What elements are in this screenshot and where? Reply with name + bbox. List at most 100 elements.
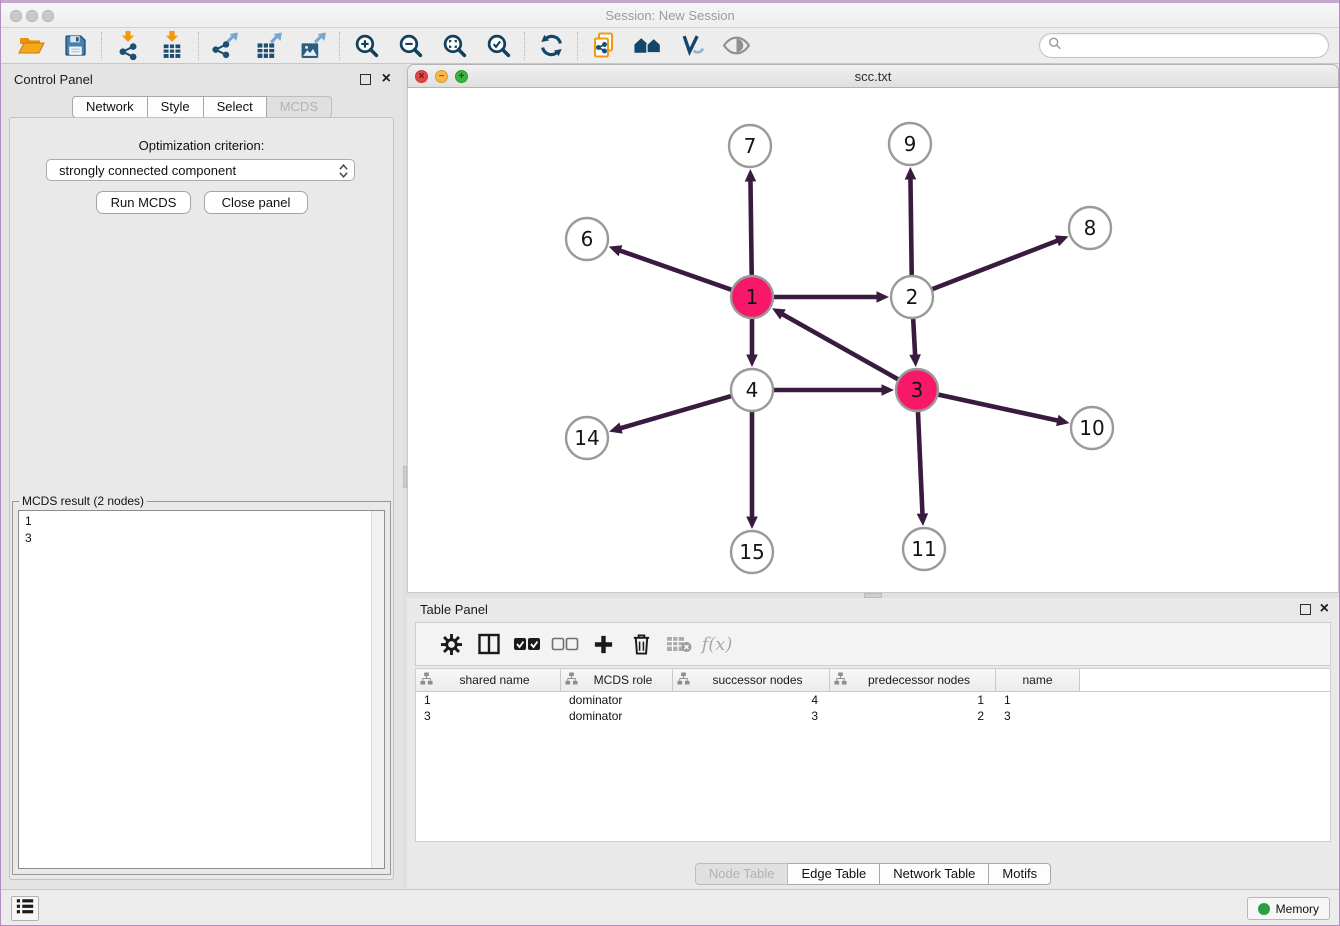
float-table-panel-icon[interactable] <box>1300 604 1311 615</box>
select-all-columns-icon[interactable] <box>508 626 546 662</box>
tab-motifs[interactable]: Motifs <box>989 863 1051 885</box>
settings-gear-icon[interactable] <box>432 626 470 662</box>
mcds-pane: Optimization criterion: strongly connect… <box>9 117 394 880</box>
cell-predecessor-nodes[interactable]: 1 <box>830 692 996 708</box>
graph-node-label-9: 9 <box>904 132 917 156</box>
deselect-all-columns-icon[interactable] <box>546 626 584 662</box>
column-header-successor-nodes[interactable]: successor nodes <box>673 669 830 691</box>
select-stepper-icon <box>339 163 348 182</box>
network-canvas[interactable]: 7968124314101511 <box>407 88 1339 593</box>
tab-edge-table[interactable]: Edge Table <box>788 863 880 885</box>
cell-name[interactable]: 1 <box>996 692 1080 708</box>
graph-edge-3-11[interactable] <box>918 409 923 516</box>
import-network-icon[interactable] <box>106 30 150 62</box>
memory-button[interactable]: Memory <box>1247 897 1330 920</box>
zoom-in-icon[interactable] <box>344 30 388 62</box>
run-mcds-button[interactable]: Run MCDS <box>96 191 191 214</box>
cell-name[interactable]: 3 <box>996 708 1080 724</box>
graph-edge-1-6[interactable] <box>619 250 734 291</box>
criterion-select[interactable]: strongly connected component <box>46 159 355 181</box>
export-image-icon[interactable] <box>291 30 335 62</box>
first-neighbors-icon[interactable] <box>626 30 670 62</box>
close-panel-button[interactable]: Close panel <box>204 191 308 214</box>
zoom-selected-icon[interactable] <box>476 30 520 62</box>
export-network-icon[interactable] <box>203 30 247 62</box>
tab-network-table[interactable]: Network Table <box>880 863 989 885</box>
cell-predecessor-nodes[interactable]: 2 <box>830 708 996 724</box>
column-header-name[interactable]: name <box>996 669 1080 691</box>
cell-shared-name[interactable]: 3 <box>416 708 561 724</box>
show-columns-icon[interactable] <box>470 626 508 662</box>
table-panel-header: Table Panel × <box>407 598 1339 622</box>
node-table[interactable]: shared name MCDS role successor nodes prede… <box>415 668 1331 842</box>
result-scrollbar[interactable] <box>371 511 384 868</box>
column-header-label: MCDS role <box>578 673 668 687</box>
cell-successor-nodes[interactable]: 3 <box>673 708 830 724</box>
graph-node-label-1: 1 <box>746 285 759 309</box>
graph-node-label-2: 2 <box>906 285 919 309</box>
graph-edge-2-8[interactable] <box>930 240 1059 290</box>
cell-MCDS-role[interactable]: dominator <box>561 692 673 708</box>
open-folder-icon[interactable] <box>9 30 53 62</box>
status-bar: Memory <box>1 889 1339 925</box>
cell-shared-name[interactable]: 1 <box>416 692 561 708</box>
close-panel-icon[interactable]: × <box>382 69 391 89</box>
delete-table-icon <box>660 626 698 662</box>
graph-node-label-8: 8 <box>1084 216 1097 240</box>
graph-edge-1-2-arrow <box>877 291 890 303</box>
close-panel-label: Close panel <box>222 195 291 210</box>
new-network-from-selection-icon[interactable] <box>582 30 626 62</box>
graph-edge-2-9[interactable] <box>910 177 911 278</box>
column-header-predecessor-nodes[interactable]: predecessor nodes <box>830 669 996 691</box>
control-panel-title: Control Panel <box>14 72 93 87</box>
column-header-MCDS-role[interactable]: MCDS role <box>561 669 673 691</box>
graph-node-label-6: 6 <box>581 227 594 251</box>
zoom-fit-icon[interactable] <box>432 30 476 62</box>
graph-edge-3-10[interactable] <box>936 394 1060 421</box>
graph-edge-2-3[interactable] <box>913 316 915 357</box>
graph-edge-1-6-arrow <box>609 245 623 256</box>
network-window-titlebar: × − + scc.txt <box>407 64 1339 88</box>
export-table-icon[interactable] <box>247 30 291 62</box>
zoom-out-icon[interactable] <box>388 30 432 62</box>
apply-style-icon[interactable] <box>670 30 714 62</box>
network-window: × − + scc.txt 7968124314101511 <box>407 64 1339 593</box>
mcds-result-box: 1 3 <box>18 510 385 869</box>
column-header-label: successor nodes <box>690 673 825 687</box>
graph-edge-3-10-arrow <box>1056 415 1069 426</box>
add-icon[interactable] <box>584 626 622 662</box>
apply-layout-icon[interactable] <box>529 30 573 62</box>
graph-node-label-14: 14 <box>574 426 599 450</box>
tab-select[interactable]: Select <box>204 96 267 118</box>
table-row-2[interactable]: 3dominator323 <box>416 708 1330 724</box>
memory-label: Memory <box>1276 902 1319 916</box>
titlebar: Session: New Session <box>1 3 1339 28</box>
show-graphics-details-icon[interactable] <box>714 30 758 62</box>
task-history-button[interactable] <box>11 896 39 921</box>
graph-edge-4-14-arrow <box>609 423 623 434</box>
save-icon[interactable] <box>53 30 97 62</box>
close-table-panel-icon[interactable]: × <box>1320 599 1329 619</box>
float-panel-icon[interactable] <box>360 74 371 85</box>
cell-MCDS-role[interactable]: dominator <box>561 708 673 724</box>
graph-edge-1-7[interactable] <box>750 179 751 278</box>
graph-edge-4-14[interactable] <box>619 395 734 428</box>
run-mcds-label: Run MCDS <box>111 195 177 210</box>
tab-node-table[interactable]: Node Table <box>695 863 789 885</box>
column-namespace-icon <box>565 672 578 688</box>
search-input[interactable] <box>1067 38 1324 53</box>
tab-network[interactable]: Network <box>72 96 148 118</box>
table-row-1[interactable]: 1dominator411 <box>416 692 1330 708</box>
tab-style[interactable]: Style <box>148 96 204 118</box>
graph-edge-1-7-arrow <box>745 169 757 182</box>
delete-trash-icon[interactable] <box>622 626 660 662</box>
import-table-icon[interactable] <box>150 30 194 62</box>
graph-edge-3-1[interactable] <box>781 313 900 380</box>
column-namespace-icon <box>420 672 433 688</box>
mcds-result-group: MCDS result (2 nodes) 1 3 <box>12 494 391 875</box>
column-namespace-icon <box>834 672 847 688</box>
tab-mcds[interactable]: MCDS <box>267 96 332 118</box>
column-header-shared-name[interactable]: shared name <box>416 669 561 691</box>
mcds-result-text: 1 3 <box>25 513 32 547</box>
cell-successor-nodes[interactable]: 4 <box>673 692 830 708</box>
